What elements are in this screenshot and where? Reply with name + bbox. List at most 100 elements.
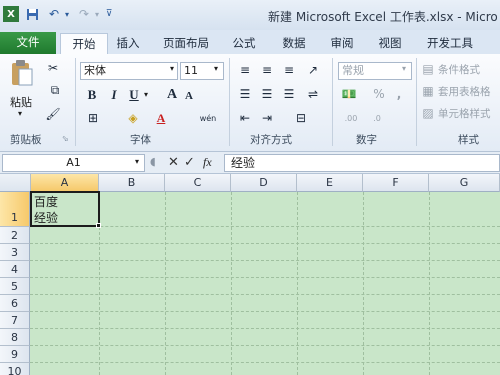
format-painter-icon[interactable]: 🖌 (44, 106, 62, 122)
underline-dropdown-icon[interactable]: ▾ (144, 90, 148, 99)
tab-page-layout[interactable]: 页面布局 (156, 33, 216, 54)
font-name-select[interactable]: 宋体 (80, 62, 178, 80)
row-header[interactable]: 7 (0, 312, 30, 329)
fill-color-icon[interactable]: ◈ (124, 110, 142, 126)
undo-icon[interactable]: ↶ (46, 6, 62, 22)
clipboard-launcher-icon[interactable]: ⬂ (62, 134, 69, 143)
paste-dropdown-icon[interactable]: ▾ (18, 109, 22, 118)
align-bottom-icon[interactable]: ≡ (280, 62, 298, 78)
row-header[interactable]: 8 (0, 329, 30, 346)
name-box-dropdown-icon[interactable]: ▾ (135, 157, 139, 166)
borders-icon[interactable]: ⊞ (84, 110, 102, 126)
column-header[interactable]: D (231, 174, 297, 192)
column-header[interactable]: F (363, 174, 429, 192)
align-left-icon[interactable]: ☰ (236, 86, 254, 102)
wrap-text-icon[interactable]: ⇌ (304, 86, 322, 102)
gridline (297, 192, 298, 375)
cut-icon[interactable]: ✂ (44, 60, 62, 76)
grow-font-button[interactable]: A (164, 86, 180, 104)
redo-dropdown-icon[interactable]: ▾ (92, 6, 102, 22)
column-header[interactable]: A (31, 174, 99, 192)
tab-view[interactable]: 视图 (372, 33, 408, 54)
title-bar: X ↶ ▾ ↷ ▾ ⊽ 新建 Microsoft Excel 工作表.xlsx … (0, 0, 500, 30)
merge-center-icon[interactable]: ⊟ (290, 110, 312, 126)
paste-icon[interactable] (8, 58, 36, 88)
underline-button[interactable]: U (126, 86, 142, 104)
italic-button[interactable]: I (106, 86, 122, 104)
tab-developer[interactable]: 开发工具 (420, 33, 480, 54)
increase-decimal-icon[interactable]: .00 (340, 110, 362, 126)
row-header[interactable]: 3 (0, 244, 30, 261)
clipboard-group-label: 剪贴板 (10, 134, 42, 146)
row-header[interactable]: 4 (0, 261, 30, 278)
gridline (231, 192, 232, 375)
tab-data[interactable]: 数据 (276, 33, 312, 54)
ribbon-tabs: 文件 开始 插入 页面布局 公式 数据 审阅 视图 开发工具 (0, 30, 500, 55)
conditional-format-icon[interactable]: ▤ (420, 61, 436, 77)
orientation-icon[interactable]: ↗ (304, 62, 322, 78)
save-icon[interactable] (24, 6, 40, 22)
number-group-label: 数字 (356, 134, 377, 146)
ribbon: 粘贴 ▾ ✂ ⧉ 🖌 剪贴板 ⬂ 宋体 ▾ 11 ▾ B I U ▾ A A ⊞… (0, 54, 500, 152)
fill-handle[interactable] (96, 223, 101, 228)
tab-file[interactable]: 文件 (0, 32, 56, 54)
cell-a1[interactable]: 百度 经验 (30, 191, 100, 227)
cell-styles-button[interactable]: 单元格样式 (438, 106, 491, 121)
conditional-format-button[interactable]: 条件格式 (438, 62, 480, 77)
gridline (30, 328, 500, 329)
row-header[interactable]: 2 (0, 227, 30, 244)
gridline (30, 260, 500, 261)
decrease-indent-icon[interactable]: ⇤ (236, 110, 254, 126)
align-right-icon[interactable]: ☰ (280, 86, 298, 102)
align-middle-icon[interactable]: ≡ (258, 62, 276, 78)
font-size-dropdown-icon[interactable]: ▾ (214, 64, 218, 73)
currency-icon[interactable]: 💵 (340, 86, 358, 102)
formula-input[interactable]: 经验 (224, 154, 500, 172)
column-header[interactable]: C (165, 174, 231, 192)
tab-home[interactable]: 开始 (60, 33, 108, 55)
customize-qat-icon[interactable]: ⊽ (104, 6, 114, 22)
row-header[interactable]: 9 (0, 346, 30, 363)
paste-label[interactable]: 粘贴 (10, 94, 32, 110)
copy-icon[interactable]: ⧉ (44, 82, 66, 98)
column-header[interactable]: B (99, 174, 165, 192)
format-as-table-button[interactable]: 套用表格格 (438, 84, 491, 99)
percent-button[interactable]: % (370, 86, 388, 102)
comma-button[interactable]: , (392, 86, 406, 102)
row-header[interactable]: 1 (0, 192, 30, 227)
tab-formulas[interactable]: 公式 (226, 33, 262, 54)
number-format-select[interactable]: 常规 (338, 62, 412, 80)
font-name-dropdown-icon[interactable]: ▾ (170, 64, 174, 73)
enter-icon[interactable]: ✓ (184, 155, 195, 170)
format-table-icon[interactable]: ▦ (420, 83, 436, 99)
column-header[interactable]: G (429, 174, 500, 192)
number-format-dropdown-icon[interactable]: ▾ (402, 64, 406, 73)
decrease-decimal-icon[interactable]: .0 (366, 110, 388, 126)
tab-review[interactable]: 审阅 (324, 33, 360, 54)
shrink-font-button[interactable]: A (182, 88, 196, 104)
formula-bar-handle-icon[interactable]: ◖ (150, 155, 156, 168)
row-header[interactable]: 10 (0, 363, 30, 375)
align-center-icon[interactable]: ☰ (258, 86, 276, 102)
select-all-corner[interactable] (0, 174, 31, 192)
undo-dropdown-icon[interactable]: ▾ (62, 6, 72, 22)
gridline (30, 345, 500, 346)
cancel-icon[interactable]: ✕ (168, 155, 179, 170)
ribbon-separator (229, 58, 230, 146)
alignment-group-label: 对齐方式 (250, 134, 292, 146)
spreadsheet-grid[interactable]: A B C D E F G 1 2 3 4 5 6 7 8 9 10 百度 经验 (0, 174, 500, 375)
cell-styles-icon[interactable]: ▨ (420, 105, 436, 121)
row-header[interactable]: 6 (0, 295, 30, 312)
gridline (30, 243, 500, 244)
align-top-icon[interactable]: ≡ (236, 62, 254, 78)
column-header[interactable]: E (297, 174, 363, 192)
name-box[interactable]: A1 (2, 154, 145, 172)
row-header[interactable]: 5 (0, 278, 30, 295)
phonetic-guide-button[interactable]: wén (196, 110, 220, 126)
bold-button[interactable]: B (84, 86, 100, 104)
increase-indent-icon[interactable]: ⇥ (258, 110, 276, 126)
tab-insert[interactable]: 插入 (110, 33, 146, 54)
redo-icon[interactable]: ↷ (76, 6, 92, 22)
insert-function-button[interactable]: fx (203, 155, 212, 170)
font-color-button[interactable]: A (152, 110, 170, 126)
